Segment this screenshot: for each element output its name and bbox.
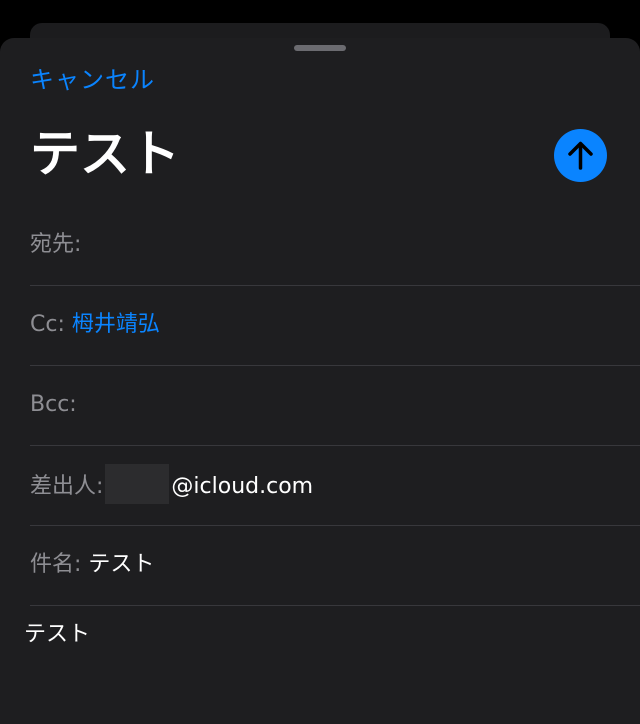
to-label: 宛先: <box>30 232 82 257</box>
cancel-button[interactable]: キャンセル <box>30 60 155 95</box>
compose-sheet: キャンセル テスト 宛先: Cc: 栂井靖弘 Bcc: 差出人: @icloud.… <box>0 38 640 724</box>
sheet-grabber[interactable] <box>294 45 346 51</box>
send-button[interactable] <box>554 129 607 182</box>
redacted-block <box>105 464 170 504</box>
subject-label: 件名: <box>30 552 82 577</box>
to-field[interactable]: 宛先: <box>30 206 640 286</box>
bcc-field[interactable]: Bcc: <box>30 366 640 446</box>
cc-recipient[interactable]: 栂井靖弘 <box>72 312 160 337</box>
page-title: テスト <box>30 125 180 183</box>
cc-field[interactable]: Cc: 栂井靖弘 <box>30 286 640 366</box>
cc-label: Cc: <box>30 312 65 337</box>
from-field[interactable]: 差出人: @icloud.com <box>30 446 640 526</box>
from-address[interactable]: @icloud.com <box>171 474 313 499</box>
from-label: 差出人: <box>30 474 104 499</box>
subject-field[interactable]: 件名: テスト <box>30 526 640 606</box>
arrow-up-icon <box>568 141 593 170</box>
subject-value[interactable]: テスト <box>88 552 154 577</box>
message-body[interactable]: テスト <box>24 620 90 650</box>
bcc-label: Bcc: <box>30 392 77 417</box>
